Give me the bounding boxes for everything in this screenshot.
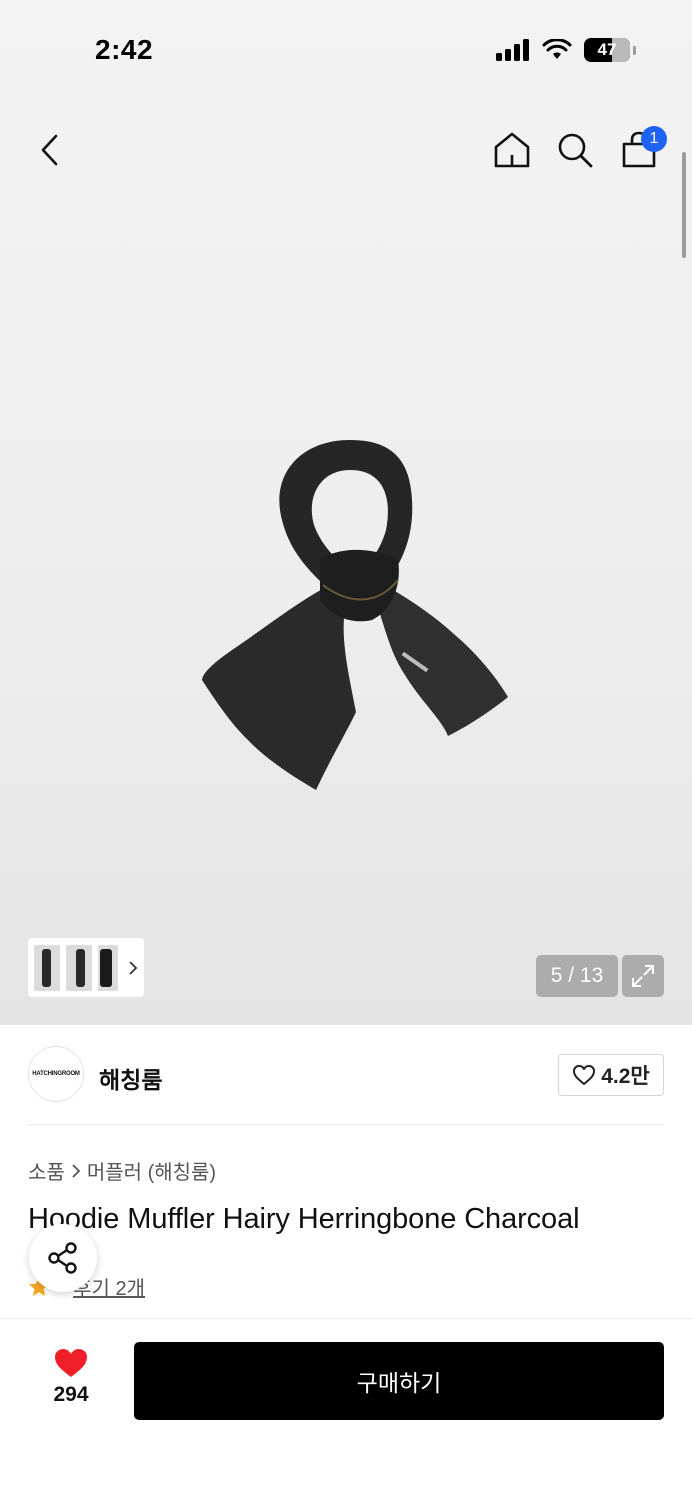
status-icons: 47 — [496, 38, 636, 62]
brand-row: HATCHINGROOM 해칭룸 4.2만 — [0, 1025, 692, 1125]
expand-button[interactable] — [622, 955, 664, 997]
breadcrumb-subcategory[interactable]: 머플러 (해칭룸) — [87, 1156, 216, 1185]
expand-icon — [632, 965, 654, 987]
breadcrumb: 소품 머플러 (해칭룸) — [28, 1156, 216, 1185]
status-bar: 2:42 47 — [0, 0, 692, 100]
thumbnail-image[interactable] — [98, 944, 118, 991]
share-button[interactable] — [29, 1224, 97, 1292]
back-button[interactable] — [20, 118, 80, 182]
brand-logo[interactable]: HATCHINGROOM — [28, 1046, 84, 1102]
home-button[interactable] — [482, 118, 542, 182]
product-title: Hoodie Muffler Hairy Herringbone Charcoa… — [28, 1203, 580, 1235]
status-time: 2:42 — [95, 34, 154, 65]
wifi-icon — [542, 39, 572, 59]
bottom-action-bar: 294 구매하기 — [0, 1318, 692, 1500]
share-icon — [48, 1242, 77, 1274]
divider — [28, 1124, 664, 1125]
thumbnail-image[interactable] — [34, 944, 60, 991]
battery-tip — [633, 45, 636, 55]
thumbnail-image[interactable] — [66, 944, 92, 991]
brand-name[interactable]: 해칭룸 — [99, 1061, 162, 1095]
home-icon — [494, 132, 530, 168]
buy-button[interactable]: 구매하기 — [134, 1342, 664, 1420]
heart-outline-icon — [573, 1065, 596, 1085]
top-navigation: 1 — [0, 118, 692, 182]
image-counter: 5 / 13 — [536, 955, 618, 997]
cart-count-badge: 1 — [641, 126, 667, 152]
chevron-right-icon — [129, 960, 138, 975]
cart-button[interactable]: 1 — [609, 118, 669, 182]
wishlist-count: 294 — [53, 1383, 89, 1406]
wishlist-button[interactable]: 294 — [40, 1347, 102, 1407]
brand-like-button[interactable]: 4.2만 — [558, 1054, 664, 1096]
search-icon — [558, 133, 593, 168]
signal-icon — [496, 39, 529, 61]
chevron-right-icon — [72, 1163, 81, 1178]
search-button[interactable] — [545, 118, 605, 182]
brand-like-count: 4.2만 — [601, 1065, 650, 1088]
battery-indicator: 47 — [584, 38, 630, 62]
chevron-left-icon — [41, 134, 58, 166]
product-image-gallery[interactable]: 1 5 / 13 — [0, 0, 692, 1025]
breadcrumb-category[interactable]: 소품 — [28, 1156, 65, 1185]
heart-filled-icon — [55, 1349, 87, 1377]
scrollbar[interactable] — [682, 152, 686, 258]
thumbnail-strip[interactable] — [28, 938, 144, 997]
